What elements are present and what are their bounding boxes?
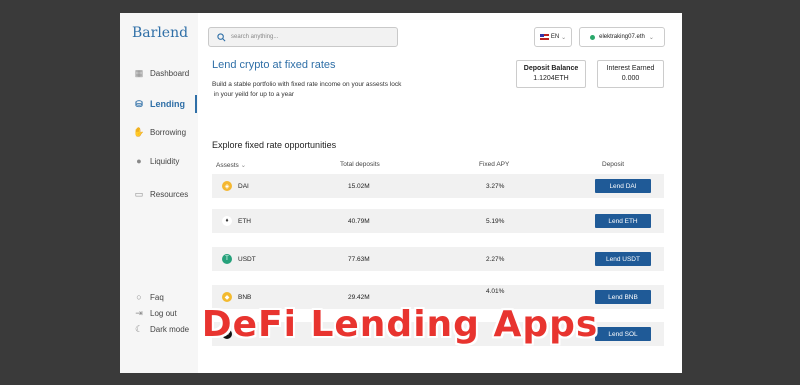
us-flag-icon xyxy=(539,34,549,40)
column-header-label: Assests xyxy=(216,162,239,169)
language-selector[interactable]: EN ⌄ xyxy=(534,27,572,47)
total-deposits: 77.63M xyxy=(348,256,370,263)
sidebar-item-label: Faq xyxy=(150,292,164,302)
language-label: EN xyxy=(550,34,560,40)
sidebar-item-label: Resources xyxy=(150,189,189,199)
interest-earned-card: Interest Earned 0.000 xyxy=(597,60,664,88)
description-line: in your yeild for up to a year xyxy=(212,91,295,98)
column-header-assets[interactable]: Assests ⌄ xyxy=(216,161,246,169)
sidebar-item-liquidity[interactable]: ● Liquidity xyxy=(134,156,179,166)
connected-status-icon xyxy=(590,34,596,40)
column-header-deposit: Deposit xyxy=(602,161,625,168)
asset-name: ETH xyxy=(238,218,251,225)
fixed-apy: 4.01% xyxy=(486,288,505,295)
search-icon xyxy=(217,32,226,41)
chevron-down-icon: ⌄ xyxy=(648,34,654,41)
lend-usdt-button[interactable]: Lend USDT xyxy=(595,252,651,266)
section-title: Explore fixed rate opportunities xyxy=(212,140,337,150)
deposit-balance-label: Deposit Balance xyxy=(523,65,579,72)
total-deposits: 29.42M xyxy=(348,294,370,301)
help-icon: ○ xyxy=(136,292,142,302)
search-input[interactable]: search anything... xyxy=(208,27,398,47)
sidebar-item-dashboard[interactable]: ▦ Dashboard xyxy=(134,68,189,78)
sidebar-item-label: Liquidity xyxy=(150,156,180,166)
fixed-apy: 3.27% xyxy=(486,183,505,190)
asset-name: BNB xyxy=(238,294,252,301)
column-header-apy: Fixed APY xyxy=(479,161,510,168)
search-placeholder: search anything... xyxy=(231,34,279,40)
grid-icon: ▦ xyxy=(134,67,144,78)
table-row: ◈ DAI 15.02M 3.27% Lend DAI xyxy=(212,174,664,198)
eth-icon: ♦ xyxy=(222,216,232,226)
total-deposits: 40.79M xyxy=(348,218,370,225)
lend-dai-button[interactable]: Lend DAI xyxy=(595,179,651,193)
sidebar-item-label: Dashboard xyxy=(150,68,190,78)
fixed-apy: 2.27% xyxy=(486,256,505,263)
sidebar-item-lending[interactable]: ⛁ Lending xyxy=(134,98,185,110)
drop-icon: ● xyxy=(136,156,142,166)
column-header-total-deposits: Total deposits xyxy=(340,161,380,168)
interest-earned-value: 0.000 xyxy=(621,75,640,82)
sidebar-item-label: Borrowing xyxy=(150,127,187,137)
description-line: Build a stable portfolio with fixed rate… xyxy=(212,81,402,88)
chevron-down-icon: ⌄ xyxy=(240,162,247,169)
overlay-caption: DeFi Lending Apps xyxy=(201,304,599,345)
asset-name: USDT xyxy=(238,256,256,263)
deposit-balance-card: Deposit Balance 1.1204ETH xyxy=(516,60,586,88)
dai-icon: ◈ xyxy=(222,181,232,191)
active-indicator xyxy=(195,95,197,113)
chevron-down-icon: ⌄ xyxy=(561,34,567,41)
deposit-balance-value: 1.1204ETH xyxy=(533,75,569,82)
asset-name: DAI xyxy=(238,183,249,190)
wallet-selector[interactable]: elektraking07.eth ⌄ xyxy=(579,27,665,47)
table-row: T USDT 77.63M 2.27% Lend USDT xyxy=(212,247,664,271)
folder-icon: ▭ xyxy=(134,188,144,199)
sidebar-item-faq[interactable]: ○ Faq xyxy=(134,292,164,302)
wallet-address: elektraking07.eth xyxy=(599,34,645,40)
hand-icon: ✋ xyxy=(133,126,145,137)
app-logo: Barlend xyxy=(132,25,189,41)
lend-bnb-button[interactable]: Lend BNB xyxy=(595,290,651,304)
lend-eth-button[interactable]: Lend ETH xyxy=(595,214,651,228)
page-description: Build a stable portfolio with fixed rate… xyxy=(212,80,462,100)
table-row: ♦ ETH 40.79M 5.19% Lend ETH xyxy=(212,209,664,233)
coins-icon: ⛁ xyxy=(135,98,143,109)
interest-earned-label: Interest Earned xyxy=(606,65,655,72)
sidebar-item-borrowing[interactable]: ✋ Borrowing xyxy=(133,126,187,137)
sidebar-item-resources[interactable]: ▭ Resources xyxy=(134,188,189,199)
sidebar-item-label: Lending xyxy=(150,99,185,109)
total-deposits: 15.02M xyxy=(348,183,370,190)
bnb-icon: ◆ xyxy=(222,292,232,302)
page-title: Lend crypto at fixed rates xyxy=(212,59,336,71)
usdt-icon: T xyxy=(222,254,232,264)
fixed-apy: 5.19% xyxy=(486,218,505,225)
